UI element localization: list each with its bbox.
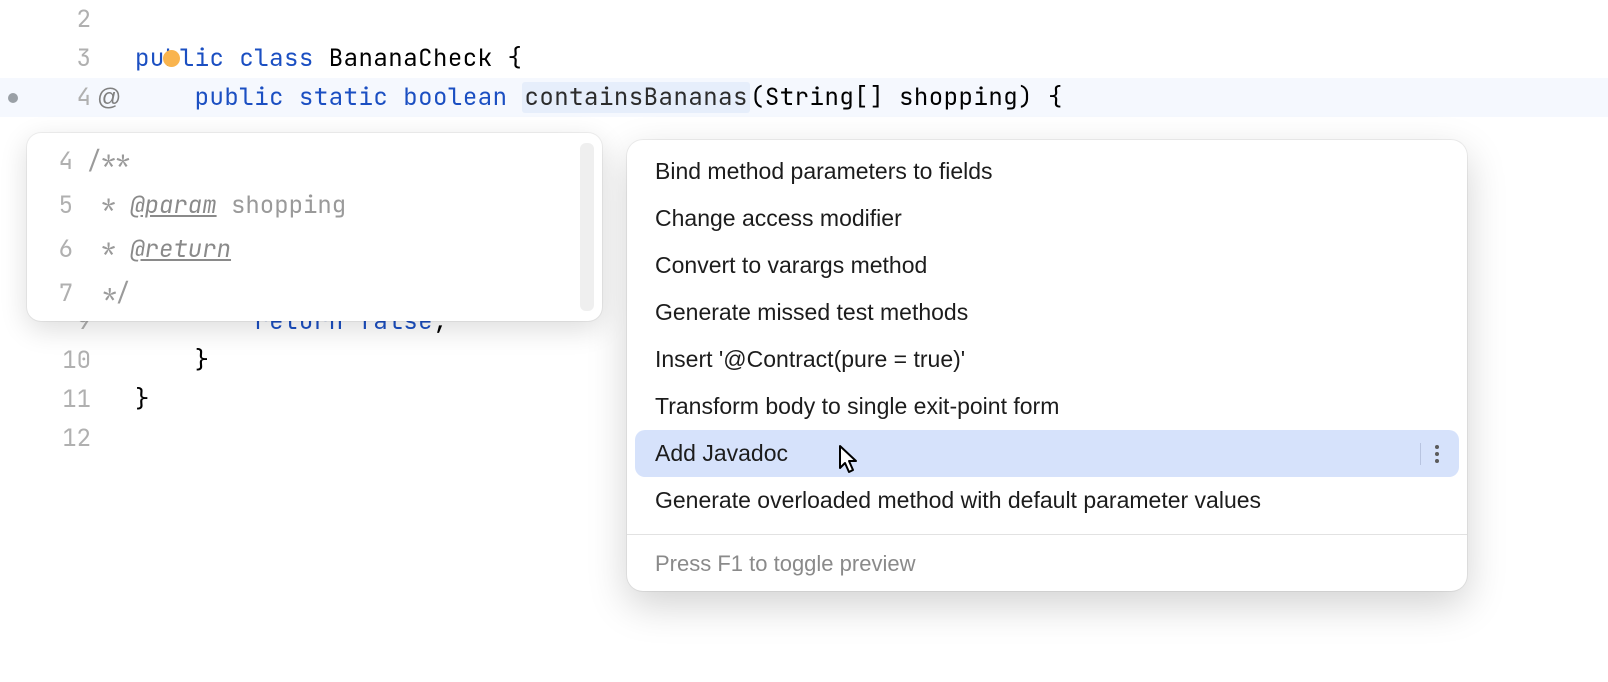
menu-item[interactable]: Convert to varargs method	[627, 242, 1467, 289]
more-options-icon[interactable]	[1420, 443, 1439, 465]
preview-line: 7 */	[27, 271, 602, 315]
gutter[interactable]: 12	[0, 419, 135, 458]
line-number: 12	[51, 419, 91, 458]
menu-item[interactable]: Add Javadoc	[635, 430, 1459, 477]
inspection-marker	[163, 50, 180, 67]
line-number: 11	[51, 380, 91, 419]
preview-code: * @return	[87, 234, 231, 265]
preview-line-number: 4	[27, 146, 87, 177]
menu-item[interactable]: Insert '@Contract(pure = true)'	[627, 336, 1467, 383]
scrollbar[interactable]	[580, 143, 594, 311]
preview-line-number: 6	[27, 234, 87, 265]
code-line[interactable]: 4@ public static boolean containsBananas…	[0, 78, 1608, 117]
preview-code: * @param shopping	[87, 190, 346, 221]
preview-line: 5 * @param shopping	[27, 183, 602, 227]
code-editor[interactable]: 23public class BananaCheck {4@ public st…	[0, 0, 1608, 682]
code-content[interactable]: public class BananaCheck {	[135, 39, 522, 78]
javadoc-tag: @param	[130, 190, 216, 221]
menu-item-label: Add Javadoc	[655, 440, 788, 467]
menu-item[interactable]: Transform body to single exit-point form	[627, 383, 1467, 430]
preview-line-number: 7	[27, 278, 87, 309]
code-content[interactable]: }	[135, 380, 150, 419]
code-content[interactable]: public static boolean containsBananas(St…	[135, 78, 1063, 117]
menu-item[interactable]: Generate overloaded method with default …	[627, 477, 1467, 524]
gutter-annotation: @	[97, 78, 127, 117]
code-content[interactable]: }	[135, 341, 210, 380]
line-number: 4	[51, 78, 91, 117]
code-line[interactable]: 3 public class BananaCheck {	[0, 39, 1608, 78]
menu-item-label: Generate overloaded method with default …	[655, 487, 1261, 514]
gutter[interactable]: 11	[0, 380, 135, 419]
code-line[interactable]: 2	[0, 0, 1608, 39]
preview-line-number: 5	[27, 190, 87, 221]
gutter[interactable]: 2	[0, 0, 135, 39]
preview-line: 4/**	[27, 139, 602, 183]
gutter[interactable]: 4@	[0, 78, 135, 117]
preview-line: 6 * @return	[27, 227, 602, 271]
menu-item[interactable]: Bind method parameters to fields	[627, 148, 1467, 195]
javadoc-preview-popup: 4/**5 * @param shopping6 * @return7 */	[27, 133, 602, 321]
menu-item-label: Insert '@Contract(pure = true)'	[655, 346, 965, 373]
gutter[interactable]: 10	[0, 341, 135, 380]
menu-item[interactable]: Generate missed test methods	[627, 289, 1467, 336]
line-number: 10	[51, 341, 91, 380]
menu-item-label: Convert to varargs method	[655, 252, 927, 279]
menu-item-label: Generate missed test methods	[655, 299, 968, 326]
kebab-icon	[1435, 445, 1439, 463]
preview-code: */	[87, 278, 130, 309]
intention-actions-menu[interactable]: Bind method parameters to fields Change a…	[627, 140, 1467, 591]
line-number: 2	[51, 0, 91, 39]
javadoc-tag: @return	[130, 234, 231, 265]
line-number: 3	[51, 39, 91, 78]
menu-item-label: Change access modifier	[655, 205, 902, 232]
menu-item-label: Bind method parameters to fields	[655, 158, 993, 185]
menu-item[interactable]: Change access modifier	[627, 195, 1467, 242]
menu-item-label: Transform body to single exit-point form	[655, 393, 1059, 420]
preview-code: /**	[87, 146, 130, 177]
breakpoint-indicator[interactable]	[8, 93, 18, 103]
menu-footer-hint: Press F1 to toggle preview	[627, 541, 1467, 591]
gutter[interactable]: 3	[0, 39, 135, 78]
menu-separator	[627, 534, 1467, 535]
